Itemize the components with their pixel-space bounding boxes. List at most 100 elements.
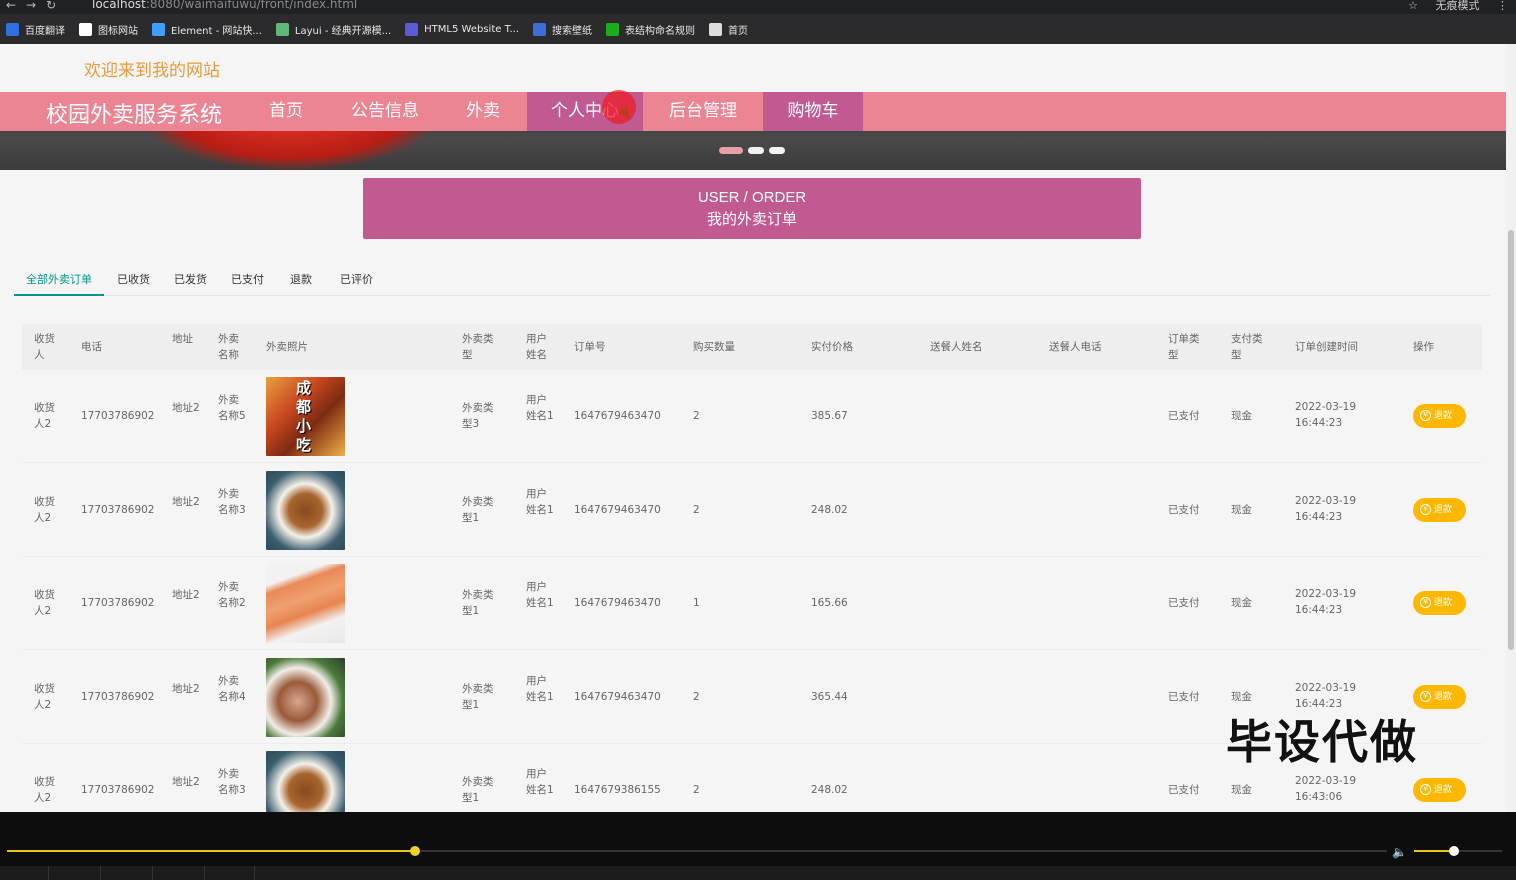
bookmark-item[interactable]: 搜索壁纸: [533, 22, 592, 37]
cell-price: 165.66: [811, 597, 848, 609]
scrollbar-thumb[interactable]: [1508, 230, 1514, 650]
cell-food-type: 外卖类型1: [462, 495, 494, 524]
video-player-bar: 🔈: [0, 812, 1516, 880]
food-photo-noodle-bowl[interactable]: [266, 751, 345, 812]
progress-knob[interactable]: [410, 846, 420, 856]
bookmark-icon: [405, 22, 419, 36]
cell-phone: 17703786902: [81, 784, 155, 796]
column-header-price: 实付价格: [811, 341, 853, 353]
cell-address: 地址2: [172, 776, 200, 788]
column-header-photo: 外卖照片: [266, 341, 308, 353]
table-header: 收货人 电话 地址 外卖名称 外卖照片 外卖类型 用户姓名 订单号 购买数量 实付价格 送餐人姓名 送…: [22, 324, 1482, 370]
progress-fill: [7, 850, 415, 852]
cell-food-type: 外卖类型3: [462, 402, 494, 430]
nav-cart[interactable]: 购物车: [763, 92, 863, 131]
cell-price: 248.02: [811, 503, 848, 516]
nav-admin[interactable]: 后台管理: [652, 92, 754, 131]
nav-home[interactable]: 首页: [250, 92, 322, 131]
carousel-dot[interactable]: [748, 147, 764, 154]
volume-knob[interactable]: [1449, 846, 1459, 856]
column-header-created: 订单创建时间: [1295, 341, 1358, 353]
nav-takeout[interactable]: 外卖: [448, 92, 518, 131]
refund-label: 退款: [1434, 504, 1453, 515]
column-header-user-name: 用户姓名: [526, 333, 547, 361]
cell-address: 地址2: [172, 589, 200, 601]
tab-shipped[interactable]: 已发货: [174, 266, 207, 296]
welcome-text: 欢迎来到我的网站: [84, 61, 220, 80]
cell-order-type: 已支付: [1168, 410, 1200, 422]
page-scrollbar[interactable]: [1506, 44, 1516, 812]
cell-user-name: 用户姓名1: [526, 394, 554, 422]
bookmark-label: 百度翻译: [25, 25, 65, 37]
refund-button[interactable]: ¥ 退款: [1413, 591, 1466, 615]
carousel-dot[interactable]: [719, 147, 743, 154]
column-header-action: 操作: [1413, 341, 1434, 353]
bookmark-item[interactable]: 百度翻译: [6, 22, 65, 37]
cell-user-name: 用户姓名1: [526, 674, 554, 703]
cell-food-name: 外卖名称5: [218, 394, 246, 422]
column-header-address: 地址: [172, 333, 193, 345]
tab-paid[interactable]: 已支付: [231, 266, 264, 296]
bookmark-label: 首页: [728, 25, 749, 37]
progress-track[interactable]: [7, 846, 1387, 856]
cell-receiver: 收货人2: [34, 402, 55, 430]
table-row: 收货人2 17703786902 地址2 外卖名称3 外卖类型1 用户姓名1 1647679…: [22, 464, 1482, 557]
tab-all-orders[interactable]: 全部外卖订单: [14, 266, 104, 296]
refund-button[interactable]: ¥ 退款: [1413, 778, 1466, 802]
menu-icon[interactable]: ⋮: [1497, 0, 1508, 12]
cell-qty: 2: [693, 784, 700, 796]
cell-food-name: 外卖名称4: [218, 674, 246, 703]
carousel-dot[interactable]: [769, 147, 785, 154]
column-header-food-type: 外卖类型: [462, 333, 494, 361]
cell-qty: 2: [693, 690, 700, 703]
address-bar[interactable]: localhost:8080/waimaifuwu/front/index.ht…: [92, 0, 357, 11]
carousel-dots[interactable]: [719, 147, 790, 154]
tab-refund[interactable]: 退款: [290, 266, 312, 296]
bookmark-icon: [275, 22, 289, 36]
nav-announcements[interactable]: 公告信息: [340, 92, 430, 131]
yen-icon: ¥: [1420, 410, 1431, 421]
column-header-qty: 购买数量: [693, 341, 735, 353]
cell-order-no: 1647679463470: [574, 597, 661, 609]
bookmark-icon: [6, 22, 19, 36]
food-photo-noodle-bowl[interactable]: [266, 470, 345, 550]
cell-food-type: 外卖类型1: [462, 589, 494, 617]
cell-price: 248.02: [811, 784, 848, 796]
food-photo-chengdu-snacks[interactable]: 成都小吃: [266, 377, 345, 456]
refund-button[interactable]: ¥ 退款: [1413, 497, 1466, 522]
cell-order-type: 已支付: [1168, 503, 1200, 516]
bookmark-item[interactable]: HTML5 Website T...: [405, 22, 519, 36]
volume-icon[interactable]: 🔈: [1392, 845, 1407, 859]
bookmark-item[interactable]: Element - 网站快...: [152, 22, 262, 37]
bookmark-icon: [152, 22, 165, 36]
cell-order-no: 1647679463470: [574, 503, 661, 516]
refund-button[interactable]: ¥ 退款: [1413, 684, 1466, 709]
cell-price: 385.67: [811, 410, 848, 422]
incognito-label[interactable]: 无痕模式: [1436, 0, 1480, 12]
food-photo-seafood-plate[interactable]: [266, 657, 345, 737]
cell-phone: 17703786902: [81, 410, 155, 422]
bookmark-label: 图标网站: [98, 25, 138, 37]
tab-reviewed[interactable]: 已评价: [340, 266, 373, 296]
cell-food-type: 外卖类型1: [462, 682, 494, 711]
refund-button[interactable]: ¥ 退款: [1413, 404, 1466, 428]
cell-qty: 1: [693, 597, 700, 609]
bookmark-item[interactable]: 图标网站: [79, 22, 138, 37]
volume-slider[interactable]: [1414, 846, 1502, 856]
cell-pay-type: 现金: [1231, 690, 1252, 703]
cell-receiver: 收货人2: [34, 495, 55, 524]
bookmark-item[interactable]: 表结构命名规则: [606, 22, 695, 37]
cell-receiver: 收货人2: [34, 682, 55, 711]
cell-order-no: 1647679463470: [574, 410, 661, 422]
refund-label: 退款: [1434, 411, 1453, 421]
tab-received[interactable]: 已收货: [117, 266, 150, 296]
food-photo-sushi[interactable]: [266, 564, 345, 643]
cell-food-name: 外卖名称3: [218, 768, 246, 796]
order-section-header: USER / ORDER 我的外卖订单: [363, 178, 1141, 239]
star-icon[interactable]: ☆: [1408, 0, 1418, 12]
browser-nav-icons[interactable]: ←→↻: [6, 0, 66, 12]
bookmark-item[interactable]: 首页: [709, 22, 748, 37]
bookmark-item[interactable]: Layui - 经典开源模...: [275, 22, 391, 37]
cell-pay-type: 现金: [1231, 410, 1252, 422]
browser-right-controls: ☆ 无痕模式 ⋮: [1394, 0, 1508, 13]
